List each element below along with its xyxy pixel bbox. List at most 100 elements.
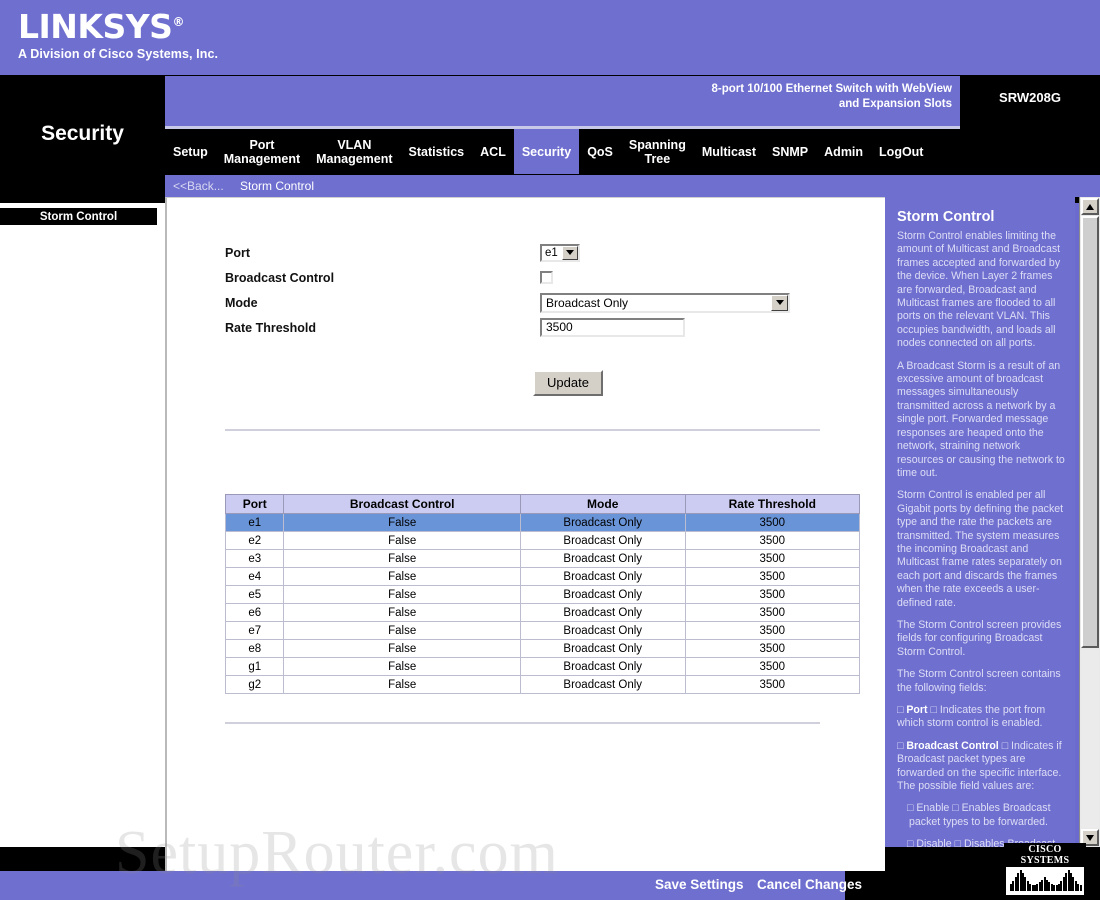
nav-tab-vlan-management[interactable]: VLAN Management (308, 129, 400, 174)
help-paragraph: □ Port □ Indicates the port from which s… (897, 704, 1046, 730)
nav-tab-acl[interactable]: ACL (472, 129, 514, 174)
chevron-down-icon[interactable] (771, 294, 788, 311)
cell-port: e4 (224, 567, 285, 586)
brand-name: LINKSYS (18, 7, 173, 46)
form-row-mode: Mode Broadcast Only (225, 290, 865, 315)
help-paragraph: □ Broadcast Control □ Indicates if Broad… (897, 739, 1062, 793)
cell-rate-threshold: 3500 (684, 531, 861, 550)
table-row[interactable]: g2 False Broadcast Only 3500 (224, 675, 861, 694)
cell-broadcast-control: False (283, 531, 521, 550)
update-button[interactable]: Update (533, 370, 603, 396)
nav-tab-statistics[interactable]: Statistics (401, 129, 473, 174)
help-paragraph: The Storm Control screen provides fields… (897, 618, 1062, 658)
left-panel-lower (0, 203, 165, 900)
nav-tab-setup[interactable]: Setup (165, 129, 216, 174)
nav-tab-security[interactable]: Security (513, 129, 580, 174)
back-link[interactable]: <<Back... (173, 179, 224, 193)
table-row[interactable]: e6 False Broadcast Only 3500 (224, 603, 861, 622)
product-description-line2: and Expansion Slots (838, 98, 952, 110)
scrollbar-thumb[interactable] (1081, 216, 1099, 648)
storm-control-form: Port e1 Broadcast Control Mode Broadcast… (225, 240, 865, 396)
help-paragraph: The Storm Control screen contains the fo… (897, 668, 1061, 694)
cell-port: e6 (224, 603, 285, 622)
column-header-rate-threshold: Rate Threshold (684, 494, 861, 514)
table-row[interactable]: e2 False Broadcast Only 3500 (224, 531, 861, 550)
form-row-broadcast-control: Broadcast Control (225, 265, 865, 290)
cell-mode: Broadcast Only (519, 675, 686, 694)
cell-mode: Broadcast Only (519, 621, 686, 640)
nav-tab-label: Admin (824, 144, 864, 159)
storm-control-table-wrapper: Port Broadcast Control Mode Rate Thresho… (224, 494, 861, 694)
mode-select[interactable]: Broadcast Only (540, 292, 790, 313)
column-header-broadcast-control: Broadcast Control (283, 494, 521, 514)
cell-rate-threshold: 3500 (684, 585, 861, 604)
cancel-changes-button[interactable]: Cancel Changes (757, 877, 862, 892)
table-row[interactable]: e1 False Broadcast Only 3500 (224, 513, 861, 532)
port-select-value: e1 (545, 246, 558, 259)
table-header-row: Port Broadcast Control Mode Rate Thresho… (224, 494, 861, 514)
table-row[interactable]: e4 False Broadcast Only 3500 (224, 567, 861, 586)
product-description: 8-port 10/100 Ethernet Switch with WebVi… (712, 82, 953, 112)
help-paragraph: Storm Control enables limiting the amoun… (897, 230, 1061, 350)
page-scrollbar[interactable] (1079, 197, 1100, 847)
linksys-logo: LINKSYS® A Division of Cisco Systems, In… (18, 10, 218, 61)
table-row[interactable]: g1 False Broadcast Only 3500 (224, 657, 861, 676)
help-paragraph: □ Enable □ Enables Broadcast packet type… (907, 802, 1051, 828)
table-row[interactable]: e7 False Broadcast Only 3500 (224, 621, 861, 640)
browser-page: LINKSYS® A Division of Cisco Systems, In… (0, 0, 1100, 900)
cell-rate-threshold: 3500 (684, 513, 861, 532)
cell-mode: Broadcast Only (519, 567, 686, 586)
content-bottom-extension (165, 847, 885, 871)
cell-rate-threshold: 3500 (684, 603, 861, 622)
sidebar-item-storm-control[interactable]: Storm Control (0, 208, 157, 225)
column-header-port: Port (224, 494, 285, 514)
storm-control-table: Port Broadcast Control Mode Rate Thresho… (224, 494, 861, 694)
main-navigation: Setup Port Management VLAN Management Stati… (165, 129, 960, 174)
cell-port: g1 (224, 657, 285, 676)
sidebar-item-label: Storm Control (39, 210, 118, 223)
save-settings-button[interactable]: Save Settings (655, 877, 744, 892)
cisco-logo-text: CISCO SYSTEMS (1020, 844, 1070, 866)
cell-rate-threshold: 3500 (684, 675, 861, 694)
breadcrumb: <<Back... Storm Control (165, 175, 1100, 197)
rate-threshold-input[interactable]: 3500 (540, 318, 685, 337)
nav-tab-multicast[interactable]: Multicast (694, 129, 764, 174)
port-label: Port (225, 245, 250, 260)
cell-broadcast-control: False (283, 657, 521, 676)
nav-tab-spanning-tree[interactable]: Spanning Tree (621, 129, 694, 174)
nav-tab-label: Statistics (408, 144, 465, 159)
scroll-up-icon[interactable] (1081, 198, 1099, 215)
nav-tab-admin[interactable]: Admin (816, 129, 871, 174)
rate-threshold-label: Rate Threshold (225, 320, 316, 335)
product-banner: 8-port 10/100 Ethernet Switch with WebVi… (165, 76, 960, 126)
cisco-systems-logo: CISCO SYSTEMS (1004, 843, 1086, 895)
cell-broadcast-control: False (283, 639, 521, 658)
cell-rate-threshold: 3500 (684, 621, 861, 640)
nav-tab-logout[interactable]: LogOut (871, 129, 931, 174)
chevron-down-icon[interactable] (562, 245, 578, 260)
cell-broadcast-control: False (283, 567, 521, 586)
model-number: SRW208G (999, 90, 1061, 105)
nav-tab-label: Port Management (223, 137, 301, 166)
cell-broadcast-control: False (283, 549, 521, 568)
table-row[interactable]: e5 False Broadcast Only 3500 (224, 585, 861, 604)
nav-tab-snmp[interactable]: SNMP (764, 129, 816, 174)
nav-tab-port-management[interactable]: Port Management (216, 129, 308, 174)
table-row[interactable]: e3 False Broadcast Only 3500 (224, 549, 861, 568)
page-title: Security (41, 122, 124, 145)
broadcast-control-checkbox[interactable] (540, 271, 553, 284)
cell-mode: Broadcast Only (519, 585, 686, 604)
nav-tab-label: LogOut (879, 144, 924, 159)
nav-tab-label: Multicast (701, 144, 757, 159)
divider-bottom (225, 722, 820, 724)
table-body: e1 False Broadcast Only 3500 e2 False Broadcas… (224, 513, 861, 694)
nav-tab-label: Spanning Tree (628, 137, 686, 166)
table-row[interactable]: e8 False Broadcast Only 3500 (224, 639, 861, 658)
help-paragraph: Storm Control is enabled per all Gigabit… (897, 489, 1064, 609)
scrollbar-track[interactable] (1081, 650, 1099, 828)
product-description-line1: 8-port 10/100 Ethernet Switch with WebVi… (711, 83, 953, 95)
port-select[interactable]: e1 (540, 243, 580, 262)
cell-mode: Broadcast Only (519, 549, 686, 568)
cell-mode: Broadcast Only (519, 657, 686, 676)
nav-tab-qos[interactable]: QoS (579, 129, 621, 174)
